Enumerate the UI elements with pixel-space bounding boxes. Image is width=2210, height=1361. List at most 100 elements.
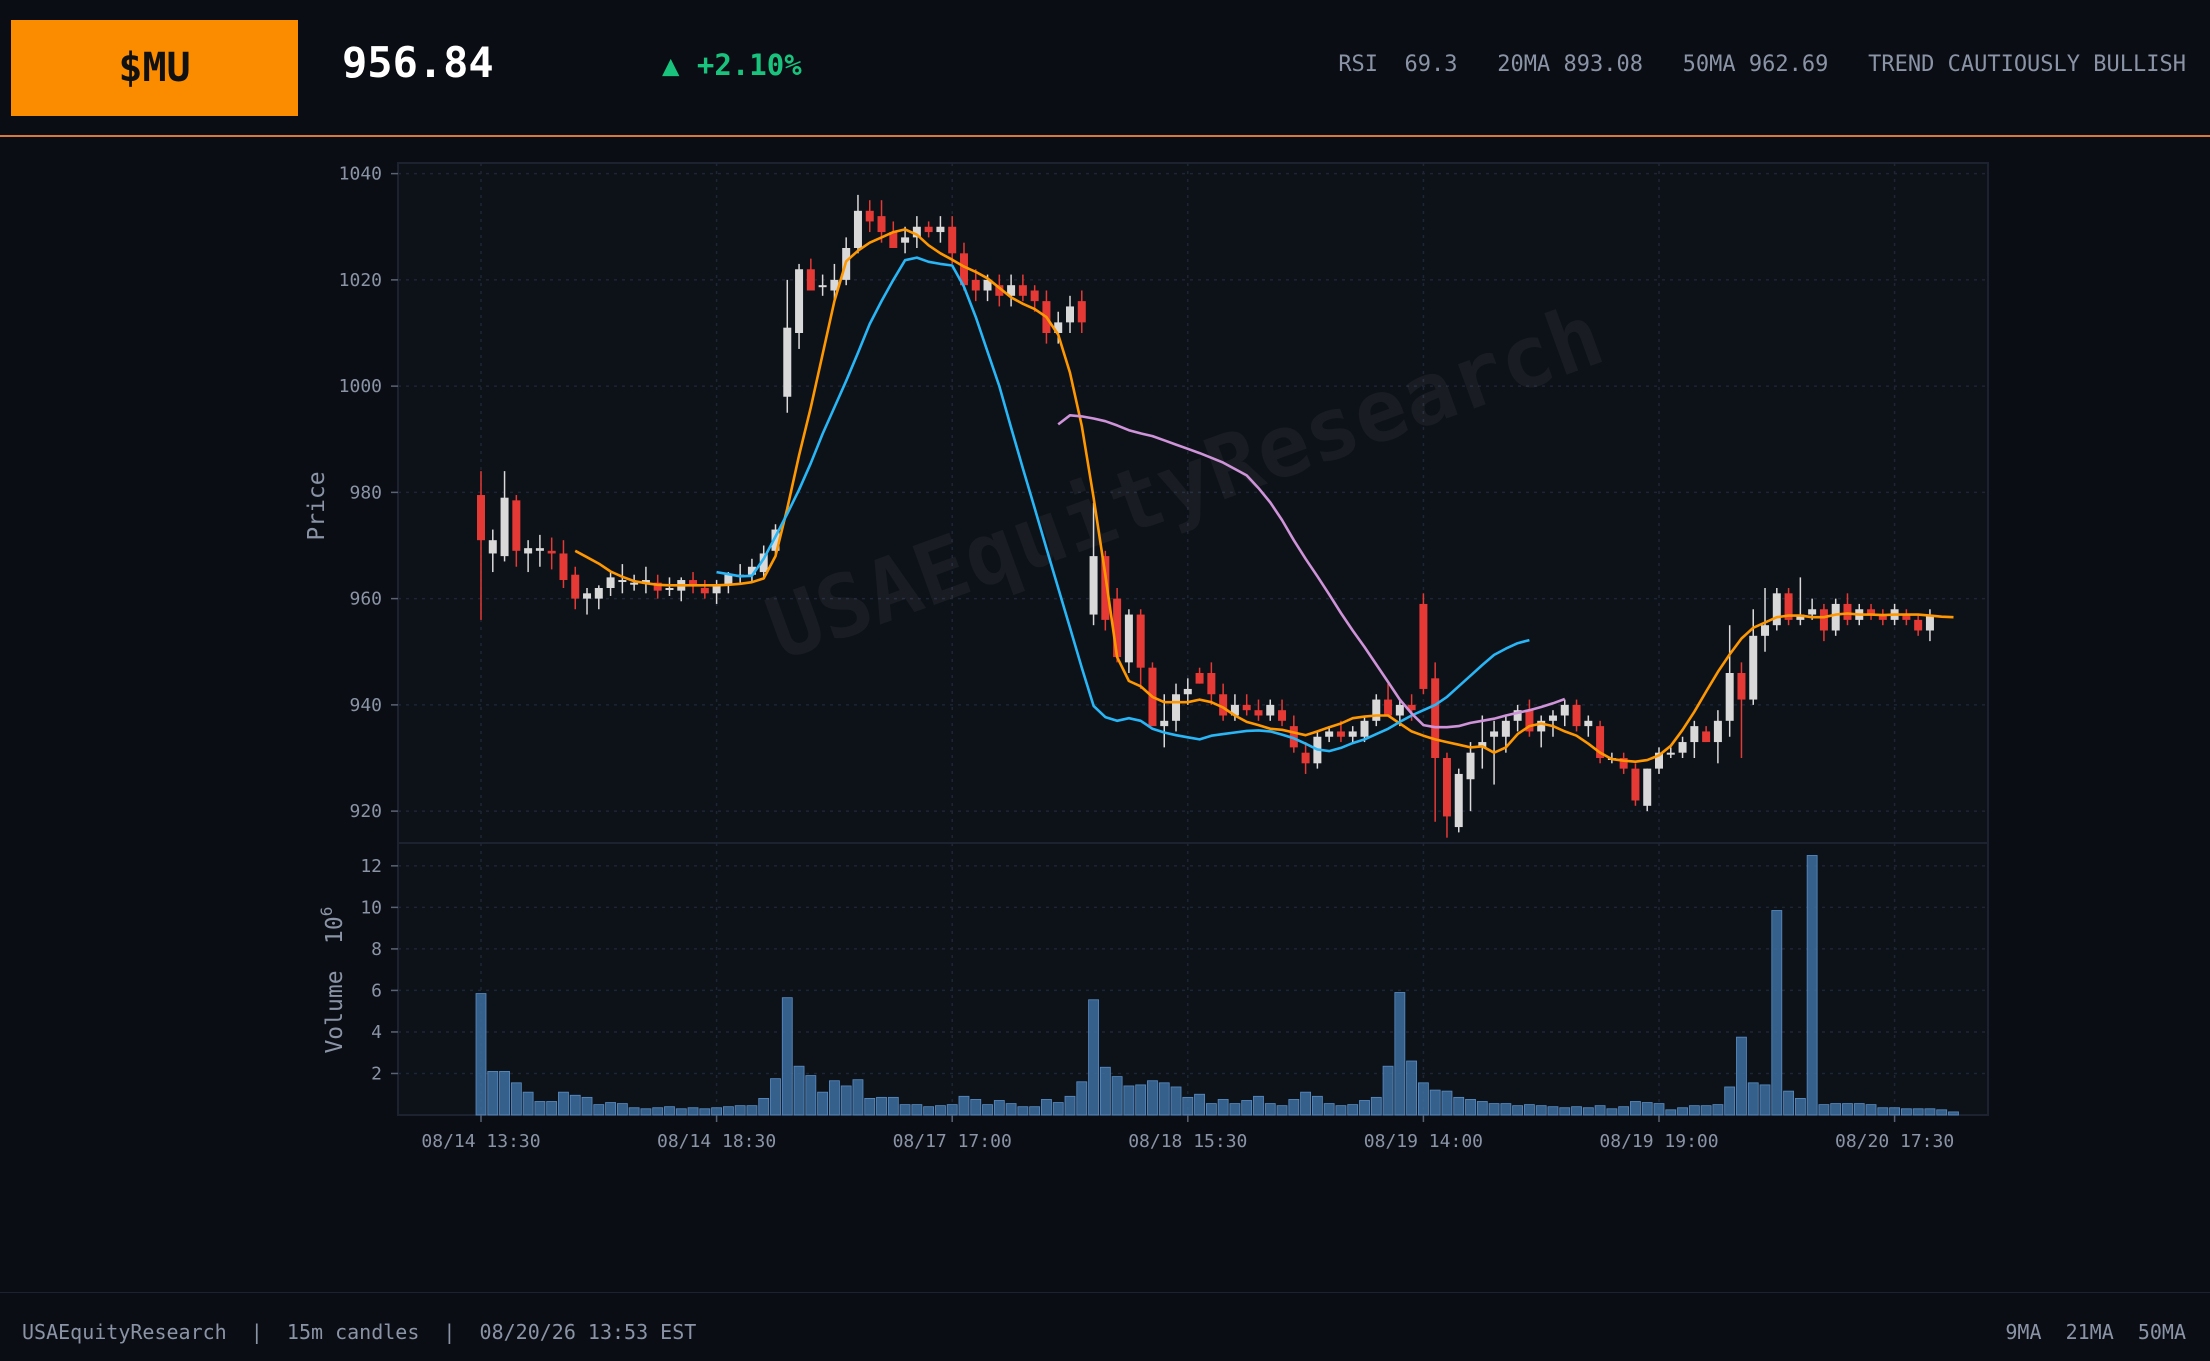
candle-body	[1808, 609, 1817, 615]
candle-body	[806, 269, 815, 291]
volume-bar	[1052, 1102, 1064, 1116]
candle-body	[1454, 773, 1463, 828]
candle-body	[1749, 635, 1758, 700]
volume-bar	[1736, 1036, 1747, 1116]
candle-body	[1466, 752, 1475, 780]
volume-bar	[1606, 1108, 1618, 1116]
volume-bar	[876, 1096, 887, 1116]
volume-bar	[1241, 1100, 1253, 1116]
volume-bar	[1924, 1108, 1936, 1116]
volume-bar	[1582, 1107, 1594, 1116]
volume-bar	[605, 1102, 616, 1116]
candle-body	[1560, 704, 1569, 716]
candle-body	[547, 550, 556, 554]
volume-bar	[1806, 855, 1818, 1116]
volume-bar	[699, 1108, 711, 1116]
volume-bar	[852, 1079, 864, 1116]
volume-bar	[569, 1094, 581, 1116]
volume-bar	[1394, 992, 1406, 1116]
volume-bar	[993, 1100, 1005, 1116]
volume-bar	[1547, 1106, 1559, 1116]
volume-bar	[1111, 1076, 1123, 1116]
volume-bar	[911, 1104, 923, 1116]
volume-bar	[805, 1075, 817, 1116]
volume-bar	[1311, 1095, 1323, 1116]
volume-bar	[1147, 1080, 1158, 1116]
candle-body	[1030, 290, 1039, 302]
volume-bar	[1029, 1106, 1041, 1116]
volume-bar	[899, 1104, 911, 1116]
volume-bar	[1700, 1105, 1712, 1116]
volume-bar	[1335, 1105, 1347, 1116]
candle-body	[594, 588, 603, 599]
x-tick-label: 08/20 17:30	[1835, 1131, 1954, 1152]
candle-body	[1548, 715, 1557, 721]
volume-exponent-power: 6	[317, 907, 336, 917]
volume-bar	[593, 1104, 605, 1116]
candle-body	[853, 210, 862, 248]
volume-bar	[1677, 1107, 1688, 1116]
volume-bar	[1005, 1103, 1017, 1116]
vol-tick-label: 10	[360, 897, 382, 918]
volume-bar	[1418, 1082, 1429, 1116]
volume-bar	[1476, 1101, 1488, 1116]
volume-bar	[1406, 1060, 1418, 1116]
candle-body	[1678, 742, 1687, 753]
x-tick-label: 08/18 15:30	[1128, 1131, 1247, 1152]
volume-bar	[1842, 1103, 1853, 1116]
volume-bar	[711, 1107, 722, 1116]
volume-bar	[1170, 1086, 1182, 1116]
candle-body	[1336, 731, 1345, 737]
volume-bar	[793, 1065, 805, 1116]
volume-bar	[1559, 1107, 1571, 1116]
candle-body	[1360, 720, 1369, 737]
volume-bar	[1794, 1097, 1806, 1116]
y-tick-label: 960	[349, 589, 382, 610]
candle-body	[1643, 768, 1652, 806]
volume-bar	[970, 1099, 982, 1116]
candle-body	[1914, 619, 1923, 631]
candle-body	[1372, 699, 1381, 721]
volume-bar	[829, 1080, 840, 1116]
volume-bar	[935, 1105, 946, 1116]
volume-bar	[1264, 1103, 1276, 1116]
candle-body	[1266, 704, 1275, 716]
volume-exponent-base: 10	[322, 916, 348, 944]
volume-bar	[1359, 1100, 1370, 1116]
volume-bar	[1877, 1107, 1889, 1116]
volume-bar	[1665, 1109, 1677, 1116]
candle-body	[1631, 768, 1640, 801]
volume-bar	[522, 1091, 534, 1116]
volume-bar	[1653, 1103, 1665, 1116]
x-tick-label: 08/14 13:30	[421, 1131, 540, 1152]
candle-body	[1442, 758, 1451, 817]
candle-body	[606, 577, 615, 588]
y-tick-label: 980	[349, 482, 382, 503]
volume-bar	[817, 1091, 829, 1116]
volume-bar	[1088, 999, 1099, 1116]
volume-bar	[1759, 1084, 1771, 1116]
candle-body	[1301, 752, 1310, 764]
volume-bar	[923, 1106, 935, 1116]
footer-legend: 9MA 21MA 50MA	[2005, 1320, 2186, 1344]
volume-bar	[1441, 1090, 1453, 1116]
candle-body	[618, 580, 627, 583]
volume-bar	[1948, 1111, 1959, 1116]
candle-body	[1066, 306, 1074, 323]
volume-bar	[781, 997, 793, 1116]
volume-bar	[675, 1108, 687, 1116]
vol-tick-label: 2	[371, 1063, 382, 1084]
volume-bar	[628, 1107, 640, 1116]
volume-bar	[1288, 1099, 1300, 1116]
volume-bar	[1099, 1066, 1111, 1116]
volume-bar	[499, 1070, 510, 1116]
vol-tick-label: 6	[371, 980, 382, 1001]
price-chart[interactable]: USAEquityResearch 9209409609801000102010…	[0, 0, 2210, 1292]
volume-bar	[664, 1106, 675, 1116]
volume-bar	[1783, 1090, 1794, 1116]
volume-bar	[887, 1096, 899, 1116]
candle-body	[1490, 731, 1499, 737]
volume-bar	[1194, 1093, 1205, 1116]
y-tick-label: 1040	[339, 164, 382, 185]
volume-bar	[1253, 1095, 1264, 1116]
